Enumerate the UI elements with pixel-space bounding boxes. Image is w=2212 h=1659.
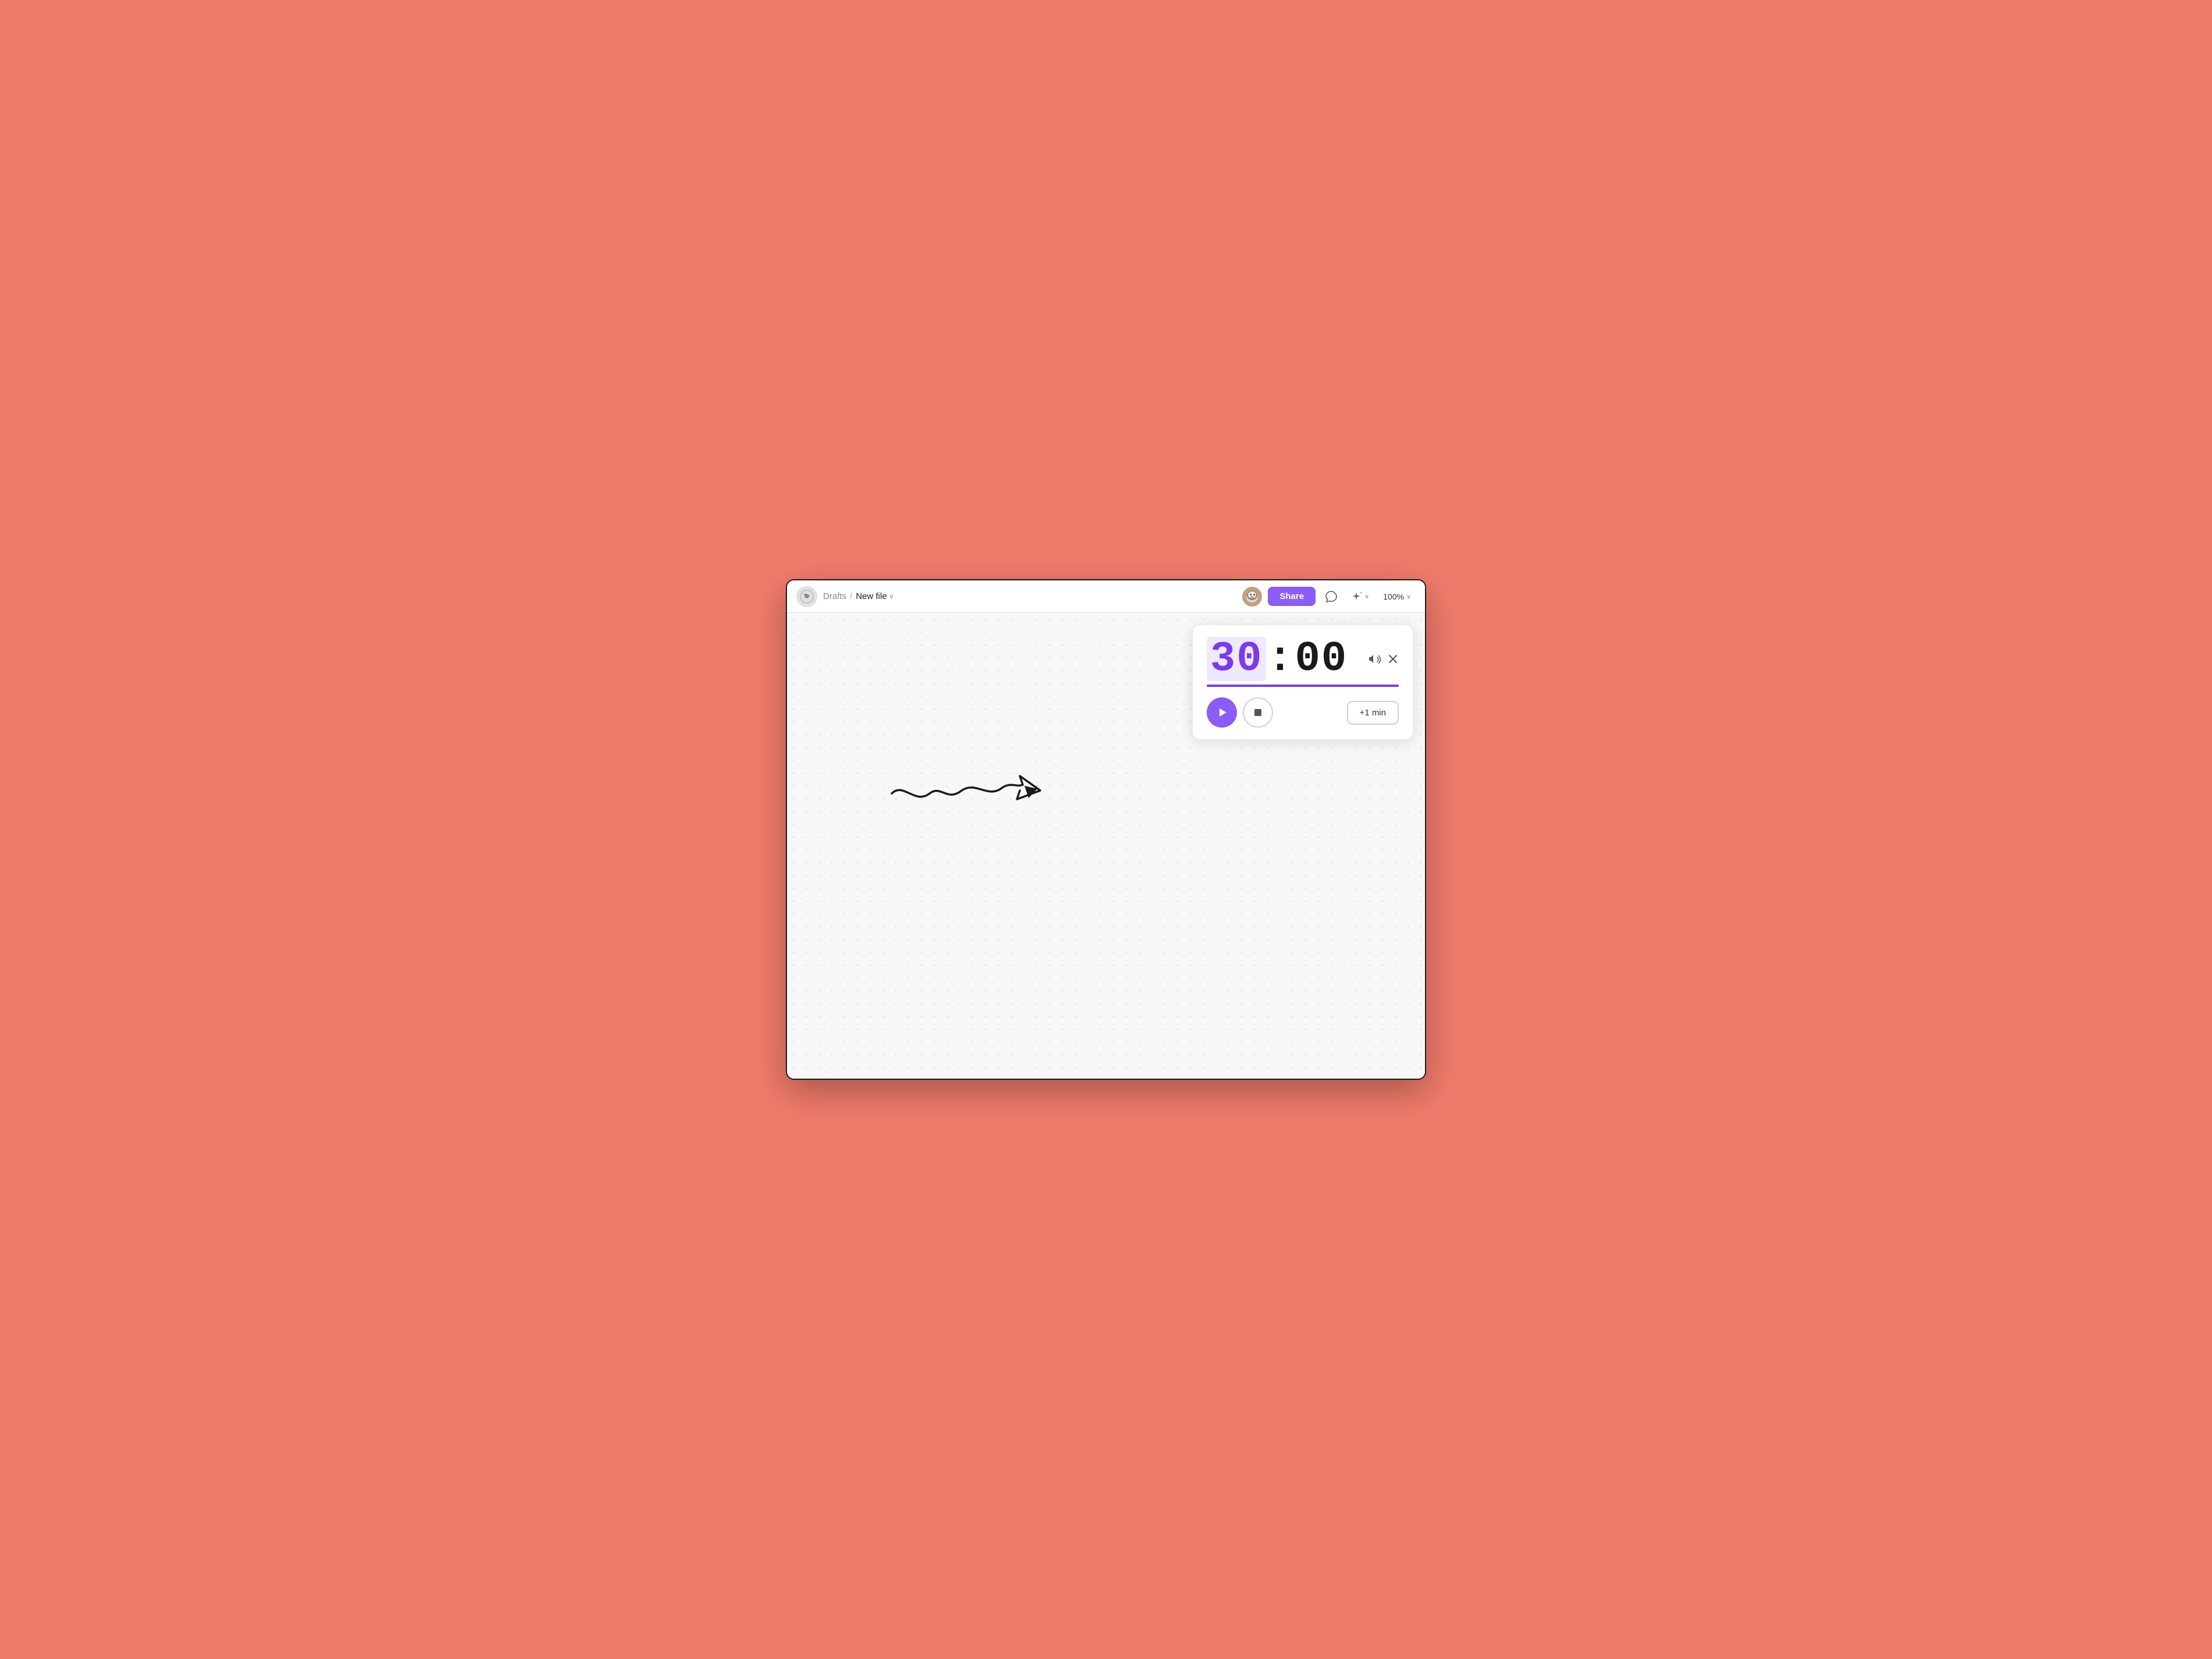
comment-button[interactable] [1321, 587, 1341, 607]
breadcrumb: Drafts / New file ∨ [823, 591, 894, 601]
timer-widget: 30 : 00 [1192, 625, 1413, 740]
timer-play-button[interactable] [1207, 697, 1237, 728]
timer-seconds: 00 [1295, 638, 1348, 680]
timer-close-button[interactable] [1387, 653, 1399, 665]
timer-minutes: 30 [1207, 637, 1266, 681]
toolbar-right: Share ∨ 100% ∨ [1242, 587, 1416, 607]
timer-display: 30 : 00 [1207, 637, 1362, 681]
timer-bottom: +1 min [1207, 697, 1399, 728]
timer-progress-bar [1207, 685, 1399, 687]
toolbar: Drafts / New file ∨ [787, 580, 1425, 613]
toolbar-left: Drafts / New file ∨ [796, 586, 1238, 607]
timer-digits: 30 : 00 [1207, 637, 1348, 681]
timer-controls [1369, 653, 1399, 665]
canvas-area[interactable]: 30 : 00 [787, 613, 1425, 1079]
avatar [1242, 587, 1262, 607]
timer-colon: : [1267, 638, 1293, 680]
chevron-ai-icon: ∨ [1364, 593, 1369, 600]
zoom-button[interactable]: 100% ∨ [1378, 590, 1416, 604]
timer-progress-fill [1207, 685, 1399, 687]
timer-stop-button[interactable] [1243, 697, 1273, 728]
timer-plus-min-button[interactable]: +1 min [1347, 701, 1399, 725]
app-logo[interactable] [796, 586, 817, 607]
breadcrumb-drafts[interactable]: Drafts [823, 591, 846, 601]
breadcrumb-separator: / [850, 591, 852, 601]
timer-btn-group [1207, 697, 1273, 728]
ai-button[interactable]: ∨ [1347, 589, 1373, 605]
breadcrumb-filename[interactable]: New file ∨ [856, 591, 894, 601]
timer-sound-button[interactable] [1369, 653, 1381, 665]
chevron-down-icon: ∨ [889, 593, 894, 600]
timer-header: 30 : 00 [1207, 637, 1399, 681]
app-window: Drafts / New file ∨ [786, 579, 1426, 1080]
share-button[interactable]: Share [1268, 587, 1316, 606]
chevron-zoom-icon: ∨ [1406, 593, 1411, 600]
